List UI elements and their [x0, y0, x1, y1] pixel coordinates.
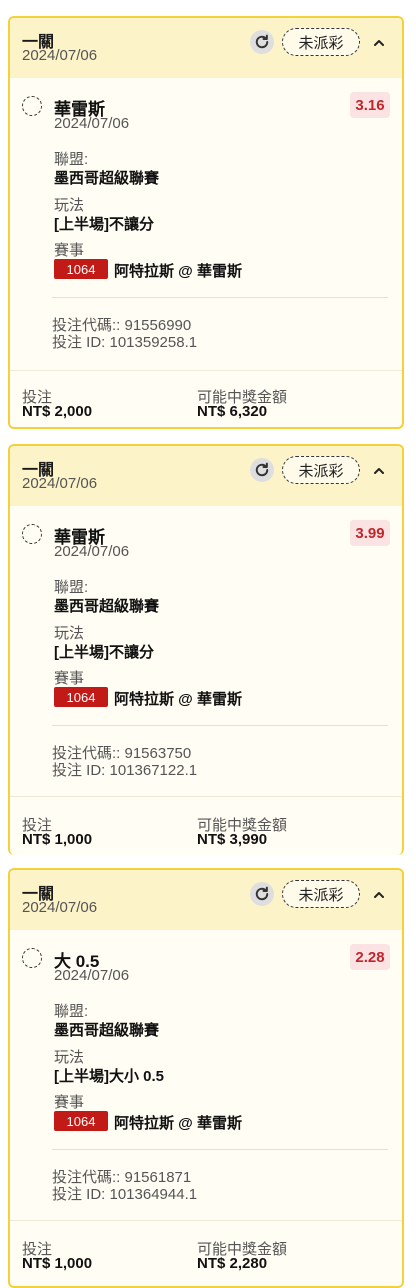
match-name: 阿特拉斯 @ 華雷斯 — [114, 691, 242, 708]
chevron-up-icon[interactable] — [368, 460, 390, 482]
match-name: 阿特拉斯 @ 華雷斯 — [114, 263, 242, 280]
divider — [52, 725, 388, 726]
league-label: 聯盟: — [54, 1003, 89, 1020]
event-label: 賽事 — [54, 242, 85, 259]
footer-divider — [10, 370, 402, 371]
league-value: 墨西哥超級聯賽 — [54, 1022, 160, 1039]
bet-card: 一關 2024/07/06 未派彩 華雷斯 2024/07/06 3.99 聯盟… — [8, 444, 404, 855]
refresh-icon[interactable] — [250, 882, 274, 906]
potential-win-value: NT$ 2,280 — [197, 1255, 268, 1272]
refresh-icon[interactable] — [250, 458, 274, 482]
selection-circle-icon — [22, 96, 42, 116]
footer-divider — [10, 1220, 402, 1221]
bet-card-header[interactable]: 一關 2024/07/06 未派彩 — [10, 870, 402, 930]
bet-type-label: 玩法 — [54, 197, 85, 214]
potential-win-value: NT$ 6,320 — [197, 403, 268, 420]
bet-card: 一關 2024/07/06 未派彩 華雷斯 2024/07/06 3.16 聯盟… — [8, 16, 404, 429]
bet-type-value: [上半場]不讓分 — [54, 216, 154, 233]
league-label: 聯盟: — [54, 579, 89, 596]
bet-card-header[interactable]: 一關 2024/07/06 未派彩 — [10, 18, 402, 78]
stake-value: NT$ 1,000 — [22, 831, 93, 848]
chevron-up-icon[interactable] — [368, 32, 390, 54]
selection-circle-icon — [22, 948, 42, 968]
odds-badge: 3.16 — [350, 92, 390, 118]
selection-date: 2024/07/06 — [54, 115, 130, 132]
divider — [52, 1149, 388, 1150]
bet-date: 2024/07/06 — [22, 899, 98, 916]
refresh-icon[interactable] — [250, 30, 274, 54]
league-label: 聯盟: — [54, 151, 89, 168]
status-badge: 未派彩 — [282, 28, 360, 56]
match-id-badge: 1064 — [54, 687, 108, 707]
status-badge: 未派彩 — [282, 880, 360, 908]
selection-date: 2024/07/06 — [54, 543, 130, 560]
event-label: 賽事 — [54, 670, 85, 687]
bet-type-label: 玩法 — [54, 625, 85, 642]
selection-circle-icon — [22, 524, 42, 544]
bet-card: 一關 2024/07/06 未派彩 大 0.5 2024/07/06 2.28 … — [8, 868, 404, 1288]
bet-type-value: [上半場]不讓分 — [54, 644, 154, 661]
bet-date: 2024/07/06 — [22, 47, 98, 64]
bet-type-label: 玩法 — [54, 1049, 85, 1066]
match-name: 阿特拉斯 @ 華雷斯 — [114, 1115, 242, 1132]
stake-value: NT$ 2,000 — [22, 403, 93, 420]
bet-card-header[interactable]: 一關 2024/07/06 未派彩 — [10, 446, 402, 506]
stake-value: NT$ 1,000 — [22, 1255, 93, 1272]
potential-win-value: NT$ 3,990 — [197, 831, 268, 848]
divider — [52, 297, 388, 298]
odds-badge: 2.28 — [350, 944, 390, 970]
status-badge: 未派彩 — [282, 456, 360, 484]
selection-date: 2024/07/06 — [54, 967, 130, 984]
match-id-badge: 1064 — [54, 259, 108, 279]
bet-type-value: [上半場]大小 0.5 — [54, 1068, 165, 1085]
bet-date: 2024/07/06 — [22, 475, 98, 492]
event-label: 賽事 — [54, 1094, 85, 1111]
league-value: 墨西哥超級聯賽 — [54, 598, 160, 615]
bet-id: 投注 ID: 101367122.1 — [52, 762, 198, 779]
footer-divider — [10, 796, 402, 797]
bet-id: 投注 ID: 101364944.1 — [52, 1186, 198, 1203]
bet-id: 投注 ID: 101359258.1 — [52, 334, 198, 351]
league-value: 墨西哥超級聯賽 — [54, 170, 160, 187]
match-id-badge: 1064 — [54, 1111, 108, 1131]
chevron-up-icon[interactable] — [368, 884, 390, 906]
odds-badge: 3.99 — [350, 520, 390, 546]
